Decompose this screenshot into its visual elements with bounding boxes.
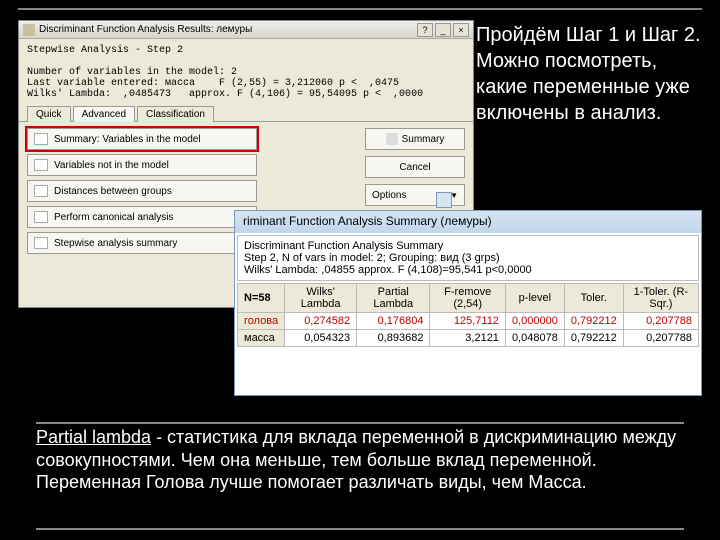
grid-icon [34, 159, 48, 171]
app-icon [23, 24, 35, 36]
col-toler: Toler. [564, 284, 623, 313]
col-rsqr: 1-Toler. (R-Sqr.) [623, 284, 698, 313]
tab-classification[interactable]: Classification [137, 106, 214, 122]
dialog-title: Discriminant Function Analysis Results: … [39, 24, 252, 35]
col-fremove: F-remove (2,54) [430, 284, 505, 313]
grid-icon [34, 211, 48, 223]
btn-label: Summary [402, 134, 445, 145]
summary-subtitle: Discriminant Function Analysis Summary S… [237, 235, 699, 281]
btn-canonical[interactable]: Perform canonical analysis [27, 206, 257, 228]
summary-table: N=58 Wilks' Lambda Partial Lambda F-remo… [237, 283, 699, 347]
tab-advanced[interactable]: Advanced [73, 106, 135, 122]
btn-label: Summary: Variables in the model [54, 134, 201, 145]
btn-label: Stepwise analysis summary [54, 238, 177, 249]
slide-rule-bottom [36, 528, 684, 530]
table-row[interactable]: масса 0,054323 0,893682 3,2121 0,048078 … [238, 330, 699, 347]
grid-icon [34, 133, 48, 145]
summary-icon [386, 133, 398, 145]
copy-icon [436, 192, 452, 208]
btn-label: Variables not in the model [54, 160, 169, 171]
summary-button[interactable]: Summary [365, 128, 465, 150]
col-wilks: Wilks' Lambda [285, 284, 357, 313]
grid-icon [34, 237, 48, 249]
n-cell: N=58 [238, 284, 285, 313]
btn-distances[interactable]: Distances between groups [27, 180, 257, 202]
btn-label: Distances between groups [54, 186, 172, 197]
row-name: голова [238, 313, 285, 330]
btn-label: Options [372, 190, 406, 201]
row-name: масса [238, 330, 285, 347]
close-button[interactable]: × [453, 23, 469, 37]
term-partial-lambda: Partial lambda [36, 427, 151, 447]
btn-vars-not-in-model[interactable]: Variables not in the model [27, 154, 257, 176]
grid-icon [34, 185, 48, 197]
btn-label: Perform canonical analysis [54, 212, 174, 223]
tab-strip: Quick Advanced Classification [19, 106, 473, 122]
annotation-bottom: Partial lambda - статистика для вклада п… [36, 426, 684, 494]
btn-label: Cancel [399, 162, 430, 173]
btn-stepwise-summary[interactable]: Stepwise analysis summary [27, 232, 257, 254]
col-plevel: p-level [505, 284, 564, 313]
minimize-button[interactable]: _ [435, 23, 451, 37]
dialog-titlebar: Discriminant Function Analysis Results: … [19, 21, 473, 39]
slide-rule-mid [36, 422, 684, 424]
summary-window: riminant Function Analysis Summary (лему… [234, 210, 702, 396]
tab-quick[interactable]: Quick [27, 106, 71, 122]
btn-vars-in-model[interactable]: Summary: Variables in the model [27, 128, 257, 150]
summary-title: riminant Function Analysis Summary (лему… [235, 211, 701, 233]
cancel-button[interactable]: Cancel [365, 156, 465, 178]
annotation-right: Пройдём Шаг 1 и Шаг 2. Можно посмотреть,… [476, 22, 706, 126]
analysis-text: Stepwise Analysis - Step 2 Number of var… [19, 39, 473, 106]
help-button[interactable]: ? [417, 23, 433, 37]
col-partial: Partial Lambda [357, 284, 430, 313]
table-row[interactable]: голова 0,274582 0,176804 125,7112 0,0000… [238, 313, 699, 330]
slide-rule-top [18, 8, 702, 10]
